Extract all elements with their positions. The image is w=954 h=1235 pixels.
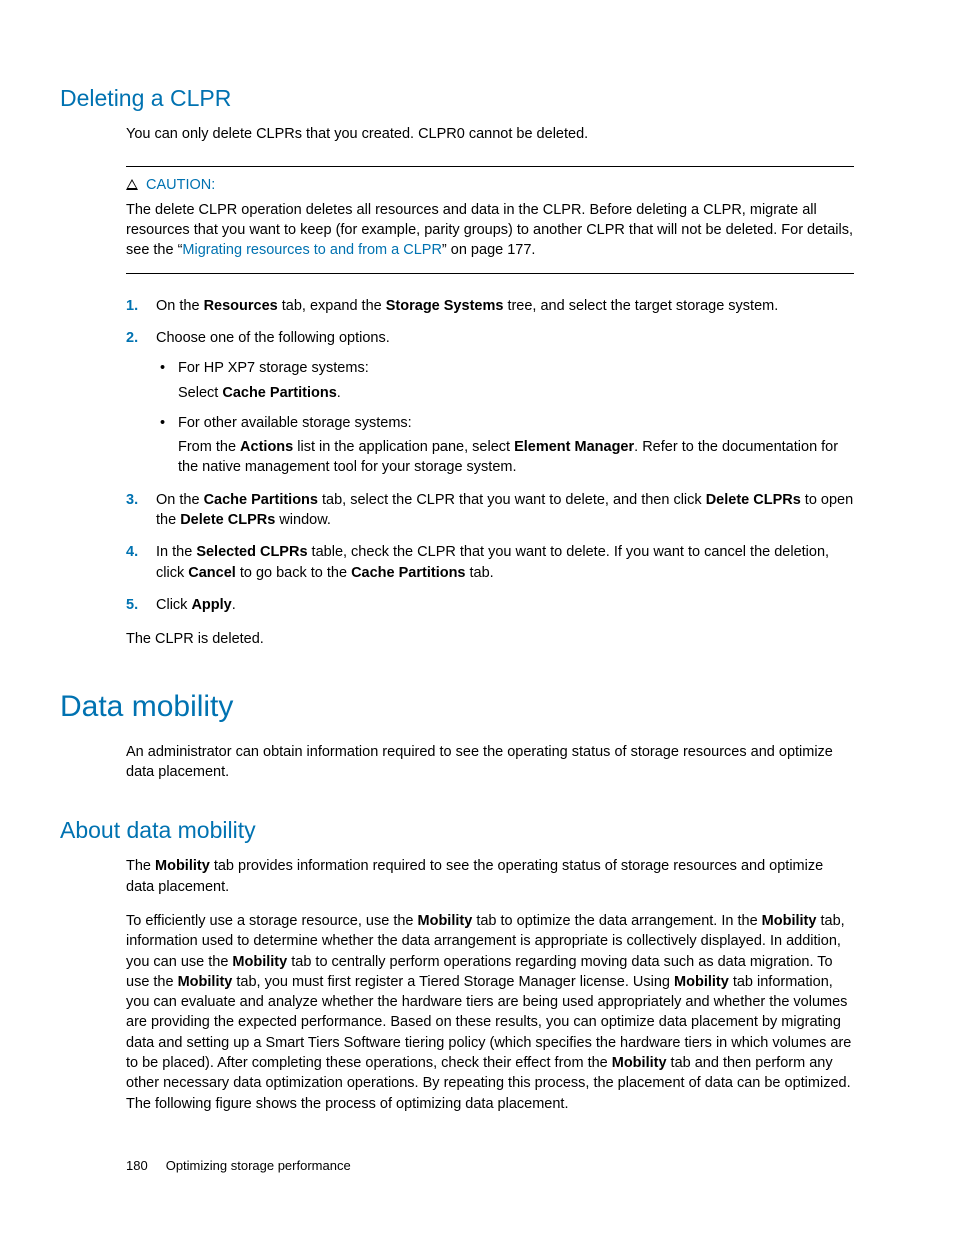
- bold: Mobility: [178, 974, 233, 990]
- step-2: Choose one of the following options. For…: [126, 328, 854, 478]
- caution-label: CAUTION:: [146, 177, 215, 193]
- bold: Apply: [191, 597, 231, 613]
- step-3: On the Cache Partitions tab, select the …: [126, 490, 854, 531]
- document-page: Deleting a CLPR You can only delete CLPR…: [0, 0, 954, 1235]
- heading-data-mobility: Data mobility: [60, 686, 854, 728]
- bold: Actions: [240, 439, 293, 455]
- bold: Delete CLPRs: [180, 512, 275, 528]
- result-text: The CLPR is deleted.: [126, 629, 854, 649]
- data-mobility-intro: An administrator can obtain information …: [126, 742, 854, 783]
- text: tab.: [466, 565, 494, 581]
- bold: Cancel: [188, 565, 236, 581]
- text: window.: [275, 512, 331, 528]
- text: On the: [156, 492, 204, 508]
- page-number: 180: [126, 1158, 148, 1173]
- bullet-body: Select Cache Partitions.: [178, 383, 854, 403]
- warning-triangle-icon: [126, 179, 138, 190]
- text: tab, expand the: [278, 298, 386, 314]
- bold: Cache Partitions: [204, 492, 318, 508]
- bold: Mobility: [155, 858, 210, 874]
- chapter-title: Optimizing storage performance: [166, 1158, 351, 1173]
- text: Choose one of the following options.: [156, 330, 390, 346]
- text: tab provides information required to see…: [126, 858, 823, 894]
- bold: Element Manager: [514, 439, 634, 455]
- about-paragraph-2: To efficiently use a storage resource, u…: [126, 911, 854, 1114]
- bold: Cache Partitions: [351, 565, 465, 581]
- text: tab, select the CLPR that you want to de…: [318, 492, 706, 508]
- text: In the: [156, 544, 196, 560]
- intro-paragraph: You can only delete CLPRs that you creat…: [126, 124, 854, 144]
- bold: Cache Partitions: [222, 385, 336, 401]
- bold: Mobility: [612, 1055, 667, 1071]
- step-5: Click Apply.: [126, 595, 854, 615]
- caution-header: CAUTION:: [126, 175, 854, 195]
- heading-about-data-mobility: About data mobility: [60, 814, 854, 846]
- page-footer: 180 Optimizing storage performance: [126, 1157, 351, 1175]
- step-2-bullets: For HP XP7 storage systems: Select Cache…: [156, 358, 854, 477]
- text: Click: [156, 597, 191, 613]
- bullet-body: From the Actions list in the application…: [178, 437, 854, 478]
- text: Select: [178, 385, 222, 401]
- migrating-link[interactable]: Migrating resources to and from a CLPR: [182, 242, 442, 258]
- step-1: On the Resources tab, expand the Storage…: [126, 296, 854, 316]
- bullet-xp7: For HP XP7 storage systems: Select Cache…: [156, 358, 854, 403]
- text: .: [232, 597, 236, 613]
- bold: Selected CLPRs: [196, 544, 307, 560]
- text: For HP XP7 storage systems:: [178, 360, 369, 376]
- bold: Storage Systems: [386, 298, 504, 314]
- bold: Delete CLPRs: [706, 492, 801, 508]
- text: From the: [178, 439, 240, 455]
- text: .: [337, 385, 341, 401]
- text: The: [126, 858, 155, 874]
- bold: Mobility: [418, 913, 473, 929]
- heading-deleting-clpr: Deleting a CLPR: [60, 82, 854, 114]
- bold: Mobility: [762, 913, 817, 929]
- text: list in the application pane, select: [293, 439, 514, 455]
- text: tree, and select the target storage syst…: [503, 298, 778, 314]
- caution-block: CAUTION: The delete CLPR operation delet…: [126, 166, 854, 273]
- bold: Mobility: [674, 974, 729, 990]
- steps-list: On the Resources tab, expand the Storage…: [126, 296, 854, 616]
- text: On the: [156, 298, 204, 314]
- bold: Resources: [204, 298, 278, 314]
- caution-text: The delete CLPR operation deletes all re…: [126, 200, 854, 261]
- text: tab, you must first register a Tiered St…: [232, 974, 674, 990]
- about-paragraph-1: The Mobility tab provides information re…: [126, 856, 854, 897]
- bullet-other: For other available storage systems: Fro…: [156, 413, 854, 478]
- text: To efficiently use a storage resource, u…: [126, 913, 418, 929]
- caution-text-after: ” on page 177.: [442, 242, 536, 258]
- text: to go back to the: [236, 565, 351, 581]
- step-4: In the Selected CLPRs table, check the C…: [126, 542, 854, 583]
- bold: Mobility: [232, 954, 287, 970]
- text: For other available storage systems:: [178, 415, 412, 431]
- text: tab to optimize the data arrangement. In…: [472, 913, 761, 929]
